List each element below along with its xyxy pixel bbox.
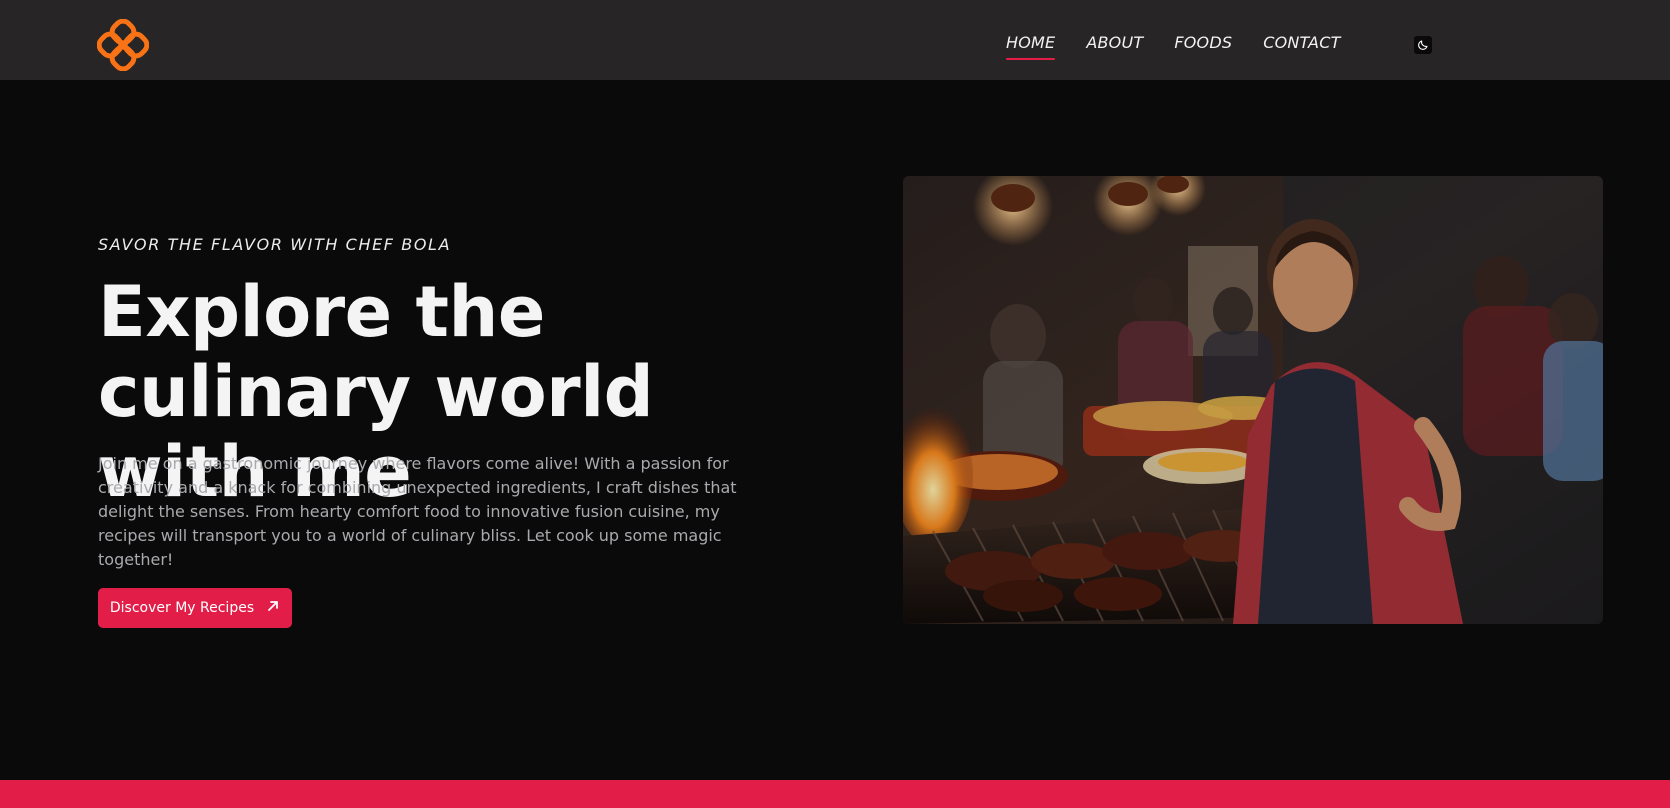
moon-icon bbox=[1417, 36, 1429, 55]
arrow-up-right-icon bbox=[266, 599, 280, 617]
bottom-band bbox=[0, 780, 1670, 808]
nav-link-about[interactable]: ABOUT bbox=[1086, 33, 1143, 52]
nav-link-home[interactable]: HOME bbox=[1006, 33, 1056, 60]
nav-link-foods[interactable]: FOODS bbox=[1174, 33, 1232, 52]
nav-link-contact[interactable]: CONTACT bbox=[1263, 33, 1340, 52]
cta-label: Discover My Recipes bbox=[109, 600, 255, 616]
hero-eyebrow: SAVOR THE FLAVOR WITH CHEF BOLA bbox=[98, 235, 452, 254]
navbar: HOME ABOUT FOODS CONTACT bbox=[0, 0, 1670, 80]
chef-photo bbox=[903, 176, 1603, 624]
hero-lead: Join me on a gastronomic journey where f… bbox=[98, 454, 737, 569]
discover-recipes-button[interactable]: Discover My Recipes bbox=[98, 588, 292, 628]
clover-logo-icon[interactable] bbox=[96, 18, 150, 72]
theme-toggle-button[interactable] bbox=[1414, 36, 1432, 54]
main-nav: HOME ABOUT FOODS CONTACT bbox=[1006, 33, 1372, 60]
